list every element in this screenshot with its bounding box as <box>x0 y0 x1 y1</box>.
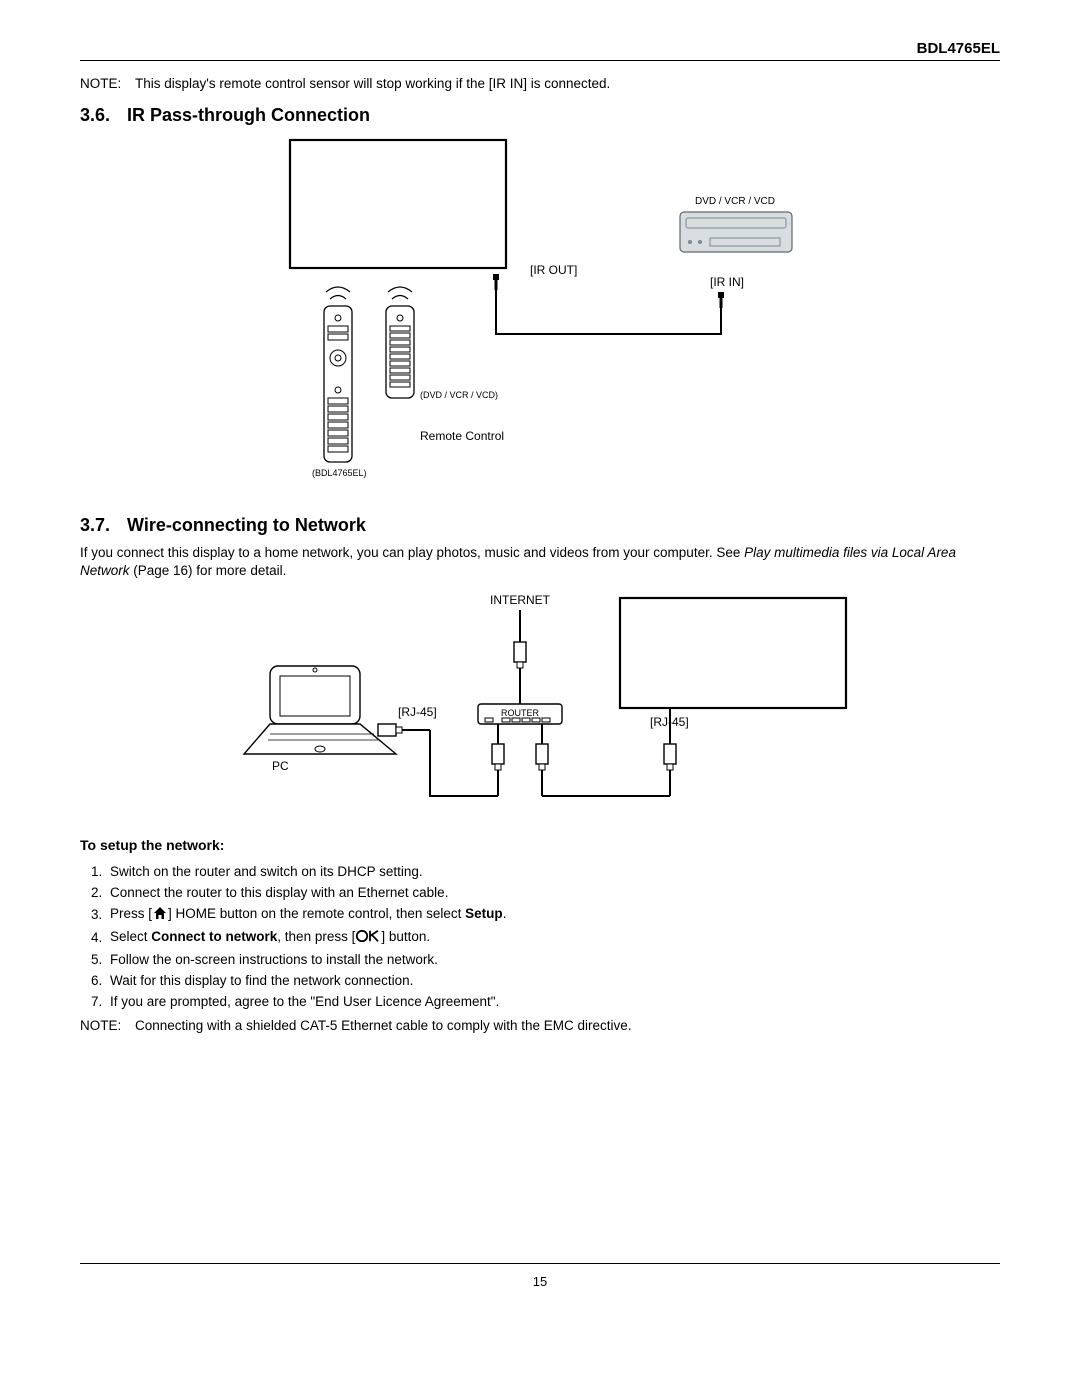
note-text-b: IR IN <box>492 76 523 91</box>
ir-in-label: [IR IN] <box>710 275 744 289</box>
home-icon <box>152 906 168 923</box>
figure-network: INTERNET ROUTER <box>80 586 1000 819</box>
step-4-c: , then press [ <box>277 930 355 945</box>
remote-bdl-icon <box>324 287 352 462</box>
plug-left-icon <box>493 274 499 290</box>
pc-label: PC <box>272 759 289 773</box>
step-7-a: If you are prompted, agree to the " <box>110 994 315 1009</box>
step-2: Connect the router to this display with … <box>106 882 1000 903</box>
step-4-a: Select <box>110 930 151 945</box>
network-svg: INTERNET ROUTER <box>220 586 860 816</box>
step-3-c: Setup <box>465 907 503 922</box>
step-4-d: ] button. <box>381 930 430 945</box>
step-1: Switch on the router and switch on its D… <box>106 861 1000 882</box>
step-4: Select Connect to network, then press []… <box>106 926 1000 949</box>
ir-out-label: [IR OUT] <box>530 263 577 277</box>
step-6: Wait for this display to find the networ… <box>106 970 1000 991</box>
setup-steps-list: Switch on the router and switch on its D… <box>80 861 1000 1012</box>
step-3-a: Press [ <box>110 907 152 922</box>
section-3-7-heading: 3.7. Wire-connecting to Network <box>80 515 1000 536</box>
display-icon <box>620 598 846 708</box>
rj45-plug-mid-icon <box>536 724 548 796</box>
top-note: NOTE: This display's remote control sens… <box>80 76 1000 91</box>
figure-ir-passthrough: DVD / VCR / VCD [IR OUT] [IR IN] <box>80 134 1000 497</box>
note-text-c: ] is connected. <box>523 76 610 91</box>
step-7-b: End User Licence Agreement <box>315 994 491 1009</box>
dvd-label-small: (DVD / VCR / VCD) <box>420 390 498 400</box>
rj45-plug-left-icon <box>492 724 504 796</box>
internet-label: INTERNET <box>490 593 551 607</box>
step-7: If you are prompted, agree to the "End U… <box>106 991 1000 1012</box>
step-3-b: ] HOME button on the remote control, the… <box>168 907 465 922</box>
step-4-b: Connect to network <box>151 930 277 945</box>
section-3-6-heading: 3.6. IR Pass-through Connection <box>80 105 1000 126</box>
remote-control-label: Remote Control <box>420 429 504 443</box>
step-5: Follow the on-screen instructions to ins… <box>106 949 1000 970</box>
setup-network-heading: To setup the network: <box>80 837 1000 853</box>
rj45-pc-icon <box>378 724 430 736</box>
note-text: This display's remote control sensor wil… <box>135 76 610 91</box>
note-text-a: This display's remote control sensor wil… <box>135 76 492 91</box>
section-3-7-num: 3.7. <box>80 515 122 536</box>
para37-c: (Page 16) for more detail. <box>130 563 287 578</box>
section-3-6-num: 3.6. <box>80 105 122 126</box>
section-3-6-title: IR Pass-through Connection <box>127 105 370 125</box>
section-3-7-title: Wire-connecting to Network <box>127 515 366 535</box>
note-label-bottom: NOTE: <box>80 1018 135 1033</box>
bottom-note: NOTE: Connecting with a shielded CAT-5 E… <box>80 1018 1000 1033</box>
para37-a: If you connect this display to a home ne… <box>80 545 744 560</box>
note-text-bottom: Connecting with a shielded CAT-5 Etherne… <box>135 1018 632 1033</box>
note-label: NOTE: <box>80 76 135 91</box>
ok-icon <box>355 929 381 946</box>
model-small-label: (BDL4765EL) <box>312 468 367 478</box>
dvd-device-icon <box>680 212 792 252</box>
remote-dvd-icon <box>386 287 414 398</box>
laptop-icon <box>244 666 396 754</box>
dvd-label-top: DVD / VCR / VCD <box>695 196 775 207</box>
step-7-c: ". <box>491 994 500 1009</box>
router-label: ROUTER <box>501 708 540 718</box>
section-3-7-paragraph: If you connect this display to a home ne… <box>80 544 1000 580</box>
step-3: Press [ ] HOME button on the remote contr… <box>106 903 1000 926</box>
ir-passthrough-svg: DVD / VCR / VCD [IR OUT] [IR IN] <box>280 134 800 494</box>
step-3-d: . <box>503 907 507 922</box>
rj45-plug-top-icon <box>514 642 526 668</box>
page-number: 15 <box>533 1274 547 1289</box>
rj45-left-label: [RJ-45] <box>398 705 437 719</box>
plug-right-icon <box>718 292 724 308</box>
page-footer: 15 <box>40 1263 1040 1289</box>
header-model: BDL4765EL <box>80 40 1000 61</box>
